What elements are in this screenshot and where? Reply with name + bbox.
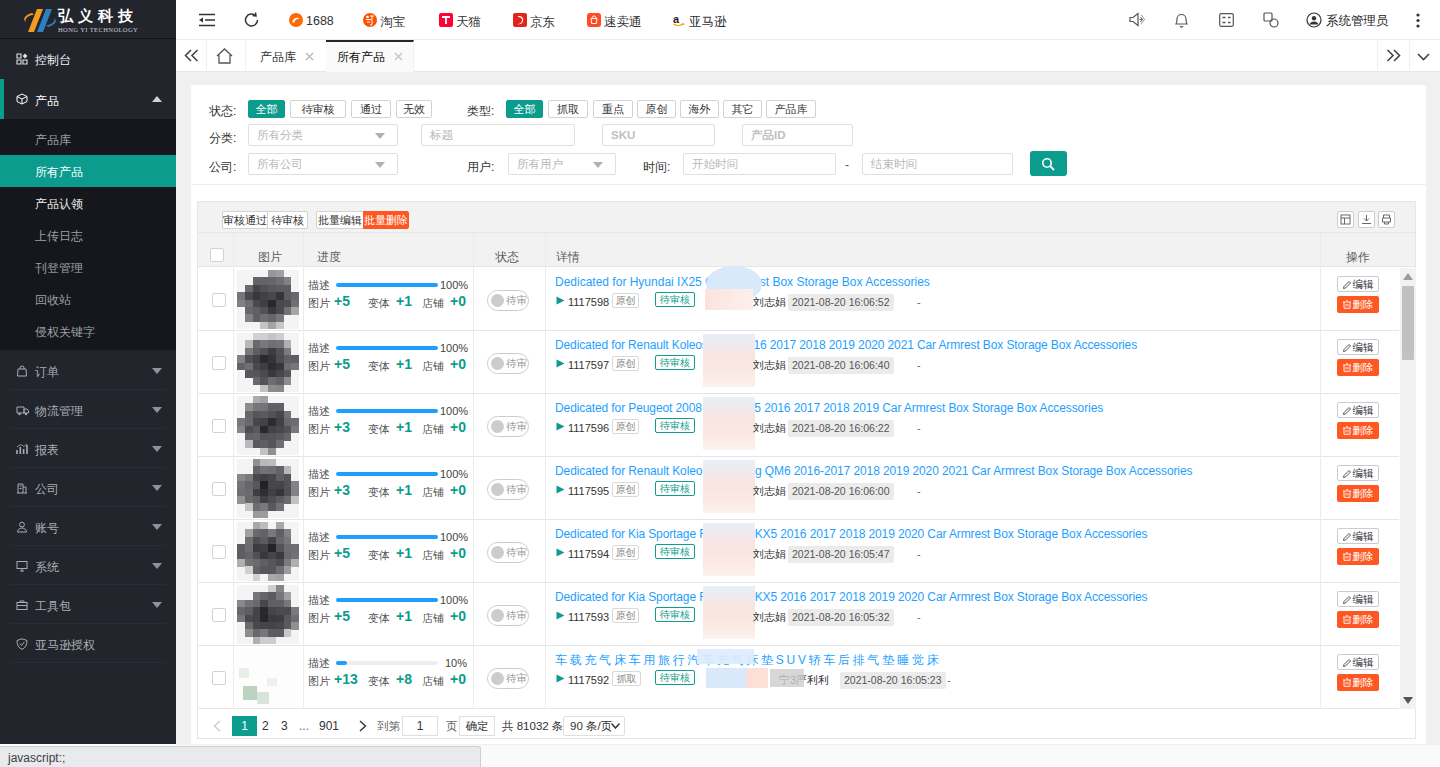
- svg-text:a: a: [673, 13, 680, 25]
